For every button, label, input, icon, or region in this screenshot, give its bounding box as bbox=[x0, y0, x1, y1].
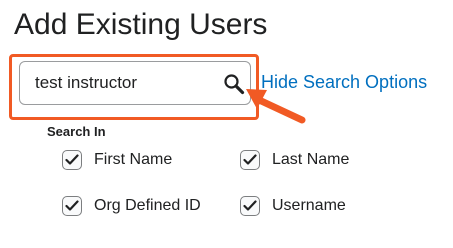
checkmark-icon bbox=[65, 200, 79, 211]
search-field[interactable] bbox=[19, 61, 251, 105]
checkbox-first-name[interactable]: First Name bbox=[62, 150, 172, 170]
arrow-icon bbox=[246, 89, 306, 124]
checkbox-label: Last Name bbox=[272, 151, 350, 168]
search-input[interactable] bbox=[20, 62, 225, 104]
checkbox-username[interactable]: Username bbox=[240, 196, 346, 216]
checkmark-icon bbox=[65, 154, 79, 165]
checkbox[interactable] bbox=[240, 196, 260, 216]
checkbox[interactable] bbox=[62, 196, 82, 216]
page-title: Add Existing Users bbox=[14, 8, 268, 41]
checkmark-icon bbox=[243, 154, 257, 165]
checkbox[interactable] bbox=[62, 150, 82, 170]
checkbox-label: First Name bbox=[94, 151, 173, 168]
checkbox-org-defined-id[interactable]: Org Defined ID bbox=[62, 196, 201, 216]
checkmark-icon bbox=[243, 200, 257, 211]
search-in-label: Search In bbox=[47, 124, 106, 139]
checkbox-last-name[interactable]: Last Name bbox=[240, 150, 349, 170]
checkbox-label: Org Defined ID bbox=[94, 197, 201, 214]
checkbox[interactable] bbox=[240, 150, 260, 170]
checkbox-label: Username bbox=[272, 197, 346, 214]
